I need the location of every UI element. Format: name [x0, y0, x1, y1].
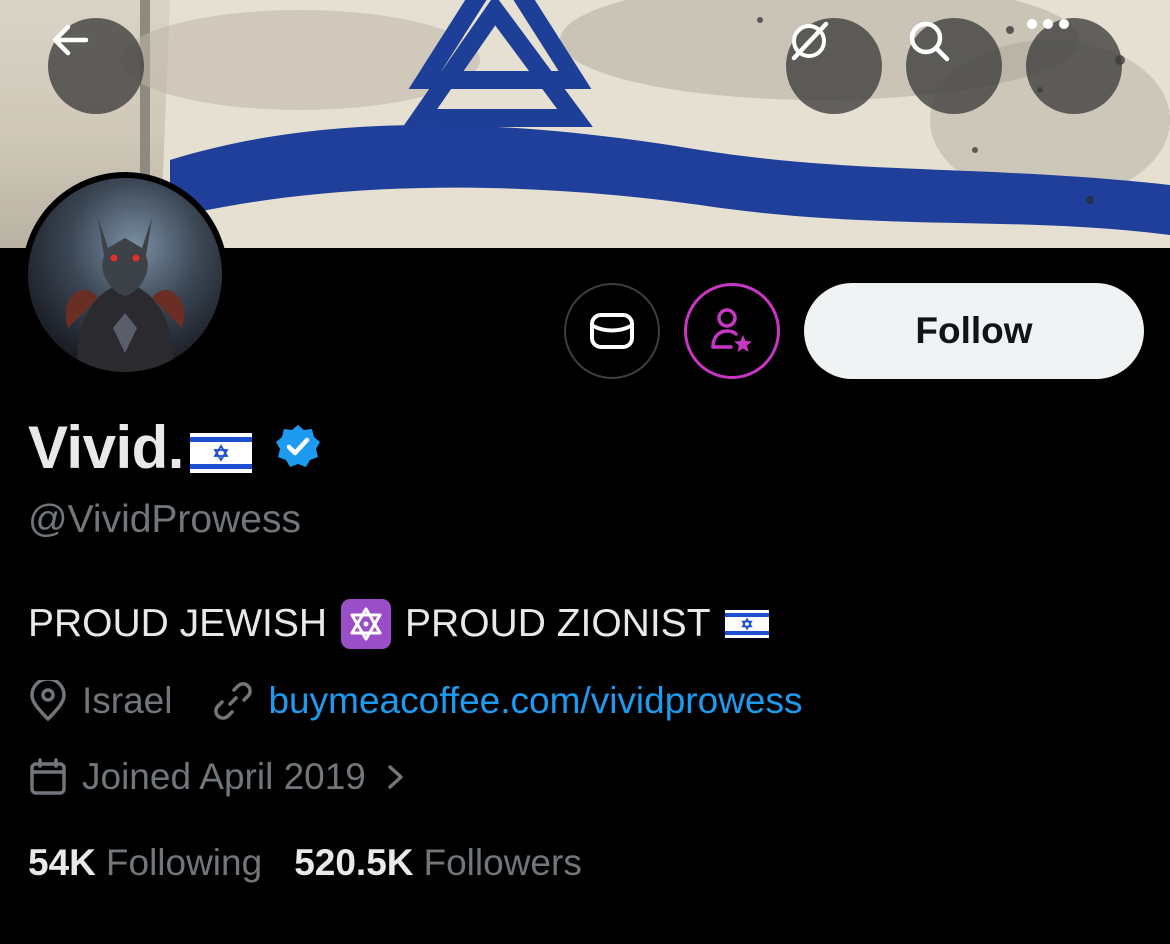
more-button[interactable] — [1026, 18, 1122, 114]
star-of-david-emoji-icon — [341, 599, 392, 649]
calendar-icon — [30, 758, 66, 795]
more-dots-icon — [1027, 19, 1069, 29]
search-button[interactable] — [906, 18, 1002, 114]
followers-label: Followers — [423, 842, 582, 883]
following-count: 54K — [28, 842, 96, 883]
follow-stats: 54K Following 520.5K Followers — [28, 842, 582, 884]
avatar-wolf-knight-image — [65, 218, 185, 372]
name-row: Vivid. — [28, 412, 322, 482]
subscribe-user-star-icon — [711, 308, 752, 352]
followers-count: 520.5K — [294, 842, 414, 883]
back-arrow-icon — [52, 24, 89, 56]
israel-flag-icon — [189, 433, 252, 473]
profile-meta-location-row: Israel buymeacoffee.com/vividprowess — [28, 680, 803, 722]
back-button[interactable] — [48, 18, 144, 114]
website-link[interactable]: buymeacoffee.com/vividprowess — [268, 680, 802, 722]
avatar[interactable] — [22, 172, 228, 378]
grok-icon — [791, 21, 829, 61]
follow-button[interactable]: Follow — [804, 283, 1144, 379]
bio: PROUD JEWISH PROUD ZIONIST — [28, 596, 769, 652]
grok-button[interactable] — [786, 18, 882, 114]
joined-date-text: Joined April 2019 — [82, 756, 366, 797]
user-handle: @VividProwess — [28, 498, 301, 541]
following-label: Following — [105, 842, 263, 883]
bio-text-1: PROUD JEWISH — [28, 602, 328, 645]
bio-text-2: PROUD ZIONIST — [405, 602, 711, 645]
profile-meta-joined-row[interactable]: Joined April 2019 — [28, 756, 408, 798]
display-name: Vivid. — [28, 413, 184, 481]
envelope-icon — [590, 313, 634, 349]
location-pin-icon — [30, 680, 66, 721]
message-button[interactable] — [564, 283, 660, 379]
verified-badge-icon[interactable] — [274, 423, 322, 471]
following-stat[interactable]: 54K Following — [28, 842, 262, 884]
link-icon — [214, 682, 253, 720]
subscribe-button[interactable] — [684, 283, 780, 379]
followers-stat[interactable]: 520.5K Followers — [294, 842, 582, 884]
location-text: Israel — [82, 680, 173, 721]
search-icon — [909, 21, 950, 62]
chevron-right-icon — [388, 765, 403, 789]
israel-flag-icon — [724, 610, 769, 638]
